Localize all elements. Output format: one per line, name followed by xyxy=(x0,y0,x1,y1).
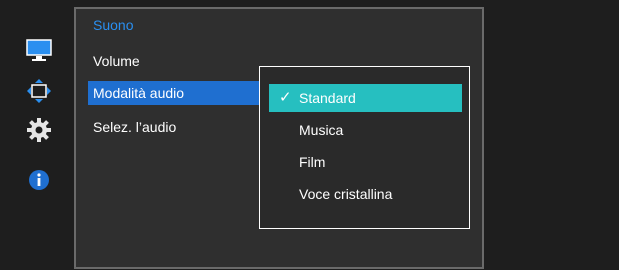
option-label: Standard xyxy=(299,90,356,106)
option-voce-cristallina[interactable]: Voce cristallina xyxy=(269,180,462,208)
menu-item-volume[interactable]: Volume xyxy=(88,49,260,73)
info-icon[interactable] xyxy=(26,167,52,193)
monitor-icon[interactable] xyxy=(26,38,52,64)
option-label: Voce cristallina xyxy=(299,186,393,202)
audio-mode-submenu: ✓ Standard Musica Film Voce cristallina xyxy=(259,66,470,229)
option-label: Musica xyxy=(299,122,344,138)
checkmark-icon: ✓ xyxy=(279,89,292,106)
menu-item-audio-mode[interactable]: Modalità audio xyxy=(88,81,260,105)
menu-item-audio-select[interactable]: Selez. l’audio xyxy=(88,115,260,139)
gear-icon[interactable] xyxy=(26,117,52,143)
option-label: Film xyxy=(299,154,326,170)
option-standard[interactable]: ✓ Standard xyxy=(269,84,462,112)
menu-title: Suono xyxy=(93,17,134,33)
option-film[interactable]: Film xyxy=(269,148,462,176)
osd-screen: Suono Volume Modalità audio Selez. l’aud… xyxy=(0,0,619,270)
move-arrows-icon[interactable] xyxy=(26,78,52,104)
icon-rail xyxy=(0,0,74,270)
option-musica[interactable]: Musica xyxy=(269,116,462,144)
